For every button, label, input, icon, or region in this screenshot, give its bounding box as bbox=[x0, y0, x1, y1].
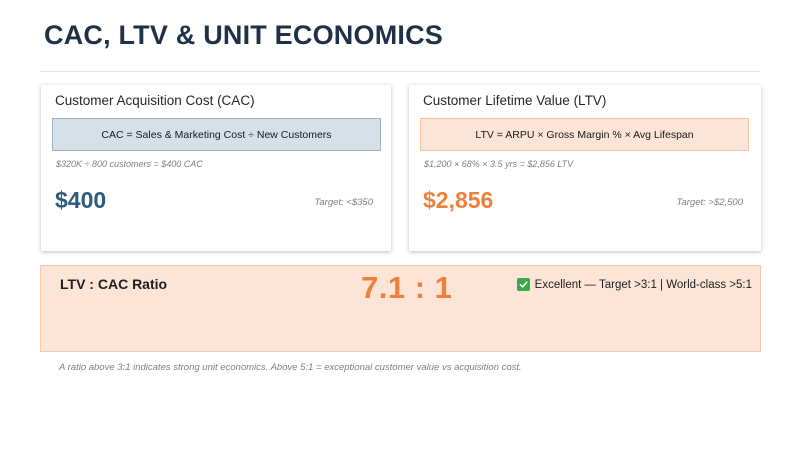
ltv-formula-text: LTV = ARPU × Gross Margin % × Avg Lifesp… bbox=[475, 128, 694, 141]
cac-card-title: Customer Acquisition Cost (CAC) bbox=[55, 93, 255, 108]
cac-value: $400 bbox=[55, 187, 107, 213]
cac-target: Target: <$350 bbox=[314, 197, 373, 208]
ratio-status-text: Excellent — Target >3:1 | World-class >5… bbox=[534, 278, 752, 291]
ltv-card-title: Customer Lifetime Value (LTV) bbox=[423, 93, 607, 108]
ltv-target: Target: >$2,500 bbox=[676, 197, 743, 208]
ratio-value: 7.1 : 1 bbox=[361, 270, 453, 305]
cac-card: Customer Acquisition Cost (CAC) CAC = Sa… bbox=[41, 85, 391, 251]
ratio-title: LTV : CAC Ratio bbox=[60, 276, 168, 292]
cac-calculation: $320K ÷ 800 customers = $400 CAC bbox=[56, 159, 203, 169]
ltv-formula-box: LTV = ARPU × Gross Margin % × Avg Lifesp… bbox=[420, 118, 749, 151]
ltv-value: $2,856 bbox=[423, 187, 494, 213]
cac-formula-text: CAC = Sales & Marketing Cost ÷ New Custo… bbox=[101, 128, 332, 141]
title-divider bbox=[40, 71, 760, 72]
cac-formula-box: CAC = Sales & Marketing Cost ÷ New Custo… bbox=[52, 118, 381, 151]
check-mark-icon bbox=[516, 278, 530, 291]
ltv-calculation: $1,200 × 68% × 3.5 yrs = $2,856 LTV bbox=[424, 159, 574, 169]
page-title: CAC, LTV & UNIT ECONOMICS bbox=[44, 20, 443, 50]
ratio-panel: LTV : CAC Ratio 7.1 : 1 Excellent — Targ… bbox=[40, 265, 761, 352]
footnote: A ratio above 3:1 indicates strong unit … bbox=[59, 362, 522, 373]
ltv-card: Customer Lifetime Value (LTV) LTV = ARPU… bbox=[409, 85, 761, 251]
ratio-status: Excellent — Target >3:1 | World-class >5… bbox=[516, 278, 752, 291]
